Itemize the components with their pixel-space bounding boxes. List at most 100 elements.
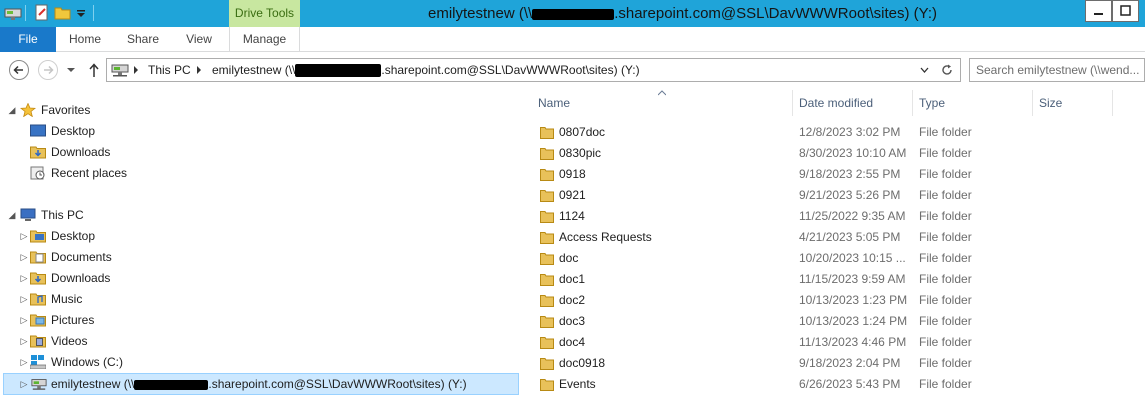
up-arrow-icon[interactable] bbox=[87, 62, 101, 78]
file-type: File folder bbox=[919, 251, 972, 265]
file-name: doc0918 bbox=[559, 356, 606, 370]
expand-arrow-icon[interactable]: ▷ bbox=[19, 247, 29, 267]
refresh-icon[interactable] bbox=[940, 63, 954, 77]
file-date-modified: 8/30/2023 10:10 AM bbox=[799, 146, 907, 160]
collapse-arrow-icon[interactable]: ◢ bbox=[7, 205, 17, 225]
search-input[interactable] bbox=[976, 62, 1144, 78]
folder-icon bbox=[540, 337, 554, 349]
navigation-pane: ◢ Favorites Desktop Downloads Recent pla… bbox=[0, 90, 520, 397]
tree-fav-downloads[interactable]: Downloads bbox=[0, 142, 520, 162]
folder-icon bbox=[540, 148, 554, 160]
recent-locations-icon[interactable] bbox=[66, 66, 76, 74]
file-row[interactable]: doc3 10/13/2023 1:24 PM File folder bbox=[520, 311, 1113, 332]
expand-arrow-icon[interactable]: ▷ bbox=[19, 331, 29, 351]
expand-arrow-icon[interactable]: ▷ bbox=[19, 374, 29, 394]
breadcrumb-this-pc[interactable]: This PC bbox=[148, 59, 191, 81]
new-folder-icon[interactable] bbox=[54, 4, 72, 22]
tab-view[interactable]: View bbox=[173, 27, 225, 52]
folder-icon bbox=[540, 169, 554, 181]
file-row[interactable]: 0807doc 12/8/2023 3:02 PM File folder bbox=[520, 122, 1113, 143]
maximize-button[interactable] bbox=[1112, 0, 1139, 22]
file-type: File folder bbox=[919, 230, 972, 244]
file-row[interactable]: doc0918 9/18/2023 2:04 PM File folder bbox=[520, 353, 1113, 374]
file-date-modified: 9/18/2023 2:55 PM bbox=[799, 167, 901, 181]
file-row[interactable]: 1124 11/25/2022 9:35 AM File folder bbox=[520, 206, 1113, 227]
tree-favorites[interactable]: ◢ Favorites bbox=[0, 100, 520, 120]
window-title: emilytestnew (\\ .sharepoint.com@SSL\DavW… bbox=[300, 0, 1065, 27]
tree-label: Favorites bbox=[41, 103, 91, 117]
file-type: File folder bbox=[919, 188, 972, 202]
file-row[interactable]: doc1 11/15/2023 9:59 AM File folder bbox=[520, 269, 1113, 290]
tree-network-drive-y[interactable]: ▷ emilytestnew (\\ .sharepoint.com@SSL\Da… bbox=[3, 373, 519, 395]
tree-pc-downloads[interactable]: ▷ Downloads bbox=[0, 268, 520, 288]
file-row[interactable]: Events 6/26/2023 5:43 PM File folder bbox=[520, 374, 1113, 395]
file-row[interactable]: 0830pic 8/30/2023 10:10 AM File folder bbox=[520, 143, 1113, 164]
tab-manage[interactable]: Manage bbox=[229, 27, 300, 52]
file-row[interactable]: 0918 9/18/2023 2:55 PM File folder bbox=[520, 164, 1113, 185]
file-row[interactable]: Access Requests 4/21/2023 5:05 PM File fol… bbox=[520, 227, 1113, 248]
address-dropdown-icon[interactable] bbox=[920, 67, 929, 74]
expand-arrow-icon[interactable]: ▷ bbox=[19, 310, 29, 330]
network-drive-icon bbox=[111, 64, 129, 77]
customize-qat-icon[interactable] bbox=[75, 4, 87, 22]
forward-arrow-icon bbox=[44, 65, 54, 75]
tree-pc-windows-c[interactable]: ▷ Windows (C:) bbox=[0, 352, 520, 372]
file-name: doc3 bbox=[559, 314, 586, 328]
drive-label-suffix: .sharepoint.com@SSL\DavWWWRoot\sites) (Y… bbox=[208, 377, 467, 391]
back-arrow-icon bbox=[13, 65, 23, 75]
tree-label: This PC bbox=[41, 208, 84, 222]
tree-pc-pictures[interactable]: ▷ Pictures bbox=[0, 310, 520, 330]
minimize-icon bbox=[1094, 13, 1103, 15]
tree-label: Desktop bbox=[51, 124, 96, 138]
folder-icon bbox=[540, 316, 554, 328]
ribbon: File Home Share View Manage bbox=[0, 27, 1145, 52]
tree-fav-desktop[interactable]: Desktop bbox=[0, 121, 520, 141]
expand-arrow-icon[interactable]: ▷ bbox=[19, 352, 29, 372]
address-bar[interactable]: This PC emilytestnew (\\ .sharepoint.com@… bbox=[106, 58, 961, 82]
desktop-icon bbox=[30, 124, 46, 137]
minimize-button[interactable] bbox=[1085, 0, 1112, 22]
tab-file[interactable]: File bbox=[0, 27, 56, 52]
file-type: File folder bbox=[919, 356, 972, 370]
forward-button[interactable] bbox=[38, 60, 58, 80]
expand-arrow-icon[interactable]: ▷ bbox=[19, 289, 29, 309]
navigation-bar: This PC emilytestnew (\\ .sharepoint.com@… bbox=[0, 53, 1145, 89]
expand-arrow-icon[interactable]: ▷ bbox=[19, 268, 29, 288]
column-header-type[interactable]: Type bbox=[913, 90, 1033, 116]
file-type: File folder bbox=[919, 125, 972, 139]
file-name: 1124 bbox=[559, 209, 585, 223]
file-row[interactable]: doc4 11/13/2023 4:46 PM File folder bbox=[520, 332, 1113, 353]
tree-label: Documents bbox=[51, 250, 112, 264]
tree-label: Recent places bbox=[51, 166, 128, 180]
tree-pc-music[interactable]: ▷ Music bbox=[0, 289, 520, 309]
desktop-folder-icon bbox=[30, 230, 46, 243]
breadcrumb-separator-icon[interactable] bbox=[196, 66, 202, 74]
tree-this-pc[interactable]: ◢ This PC bbox=[0, 205, 520, 225]
file-row[interactable]: doc 10/20/2023 10:15 ... File folder bbox=[520, 248, 1113, 269]
tree-pc-videos[interactable]: ▷ Videos bbox=[0, 331, 520, 351]
collapse-arrow-icon[interactable]: ◢ bbox=[7, 100, 17, 120]
title-bar: Drive Tools emilytestnew (\\ .sharepoint.… bbox=[0, 0, 1145, 27]
expand-arrow-icon[interactable]: ▷ bbox=[19, 226, 29, 246]
column-header-size[interactable]: Size bbox=[1033, 90, 1113, 116]
redaction-block bbox=[295, 64, 382, 78]
file-type: File folder bbox=[919, 377, 972, 391]
breadcrumb-drive[interactable]: emilytestnew (\\ .sharepoint.com@SSL\DavW… bbox=[212, 59, 640, 81]
window-title-suffix: .sharepoint.com@SSL\DavWWWRoot\sites) (Y… bbox=[614, 5, 937, 22]
tree-fav-recent-places[interactable]: Recent places bbox=[0, 163, 520, 183]
search-box[interactable] bbox=[969, 58, 1145, 82]
videos-folder-icon bbox=[30, 335, 46, 348]
back-button[interactable] bbox=[9, 60, 29, 80]
file-row[interactable]: doc2 10/13/2023 1:23 PM File folder bbox=[520, 290, 1113, 311]
breadcrumb-separator-icon[interactable] bbox=[133, 66, 139, 74]
column-header-date-modified[interactable]: Date modified bbox=[793, 90, 913, 116]
file-name: doc2 bbox=[559, 293, 586, 307]
file-row[interactable]: 0921 9/21/2023 5:26 PM File folder bbox=[520, 185, 1113, 206]
tree-pc-desktop[interactable]: ▷ Desktop bbox=[0, 226, 520, 246]
drive-icon[interactable] bbox=[4, 4, 22, 22]
properties-icon[interactable] bbox=[33, 4, 51, 22]
tree-pc-documents[interactable]: ▷ Documents bbox=[0, 247, 520, 267]
column-header-name[interactable]: Name bbox=[532, 90, 793, 116]
tab-home[interactable]: Home bbox=[57, 27, 113, 52]
tab-share[interactable]: Share bbox=[114, 27, 172, 52]
